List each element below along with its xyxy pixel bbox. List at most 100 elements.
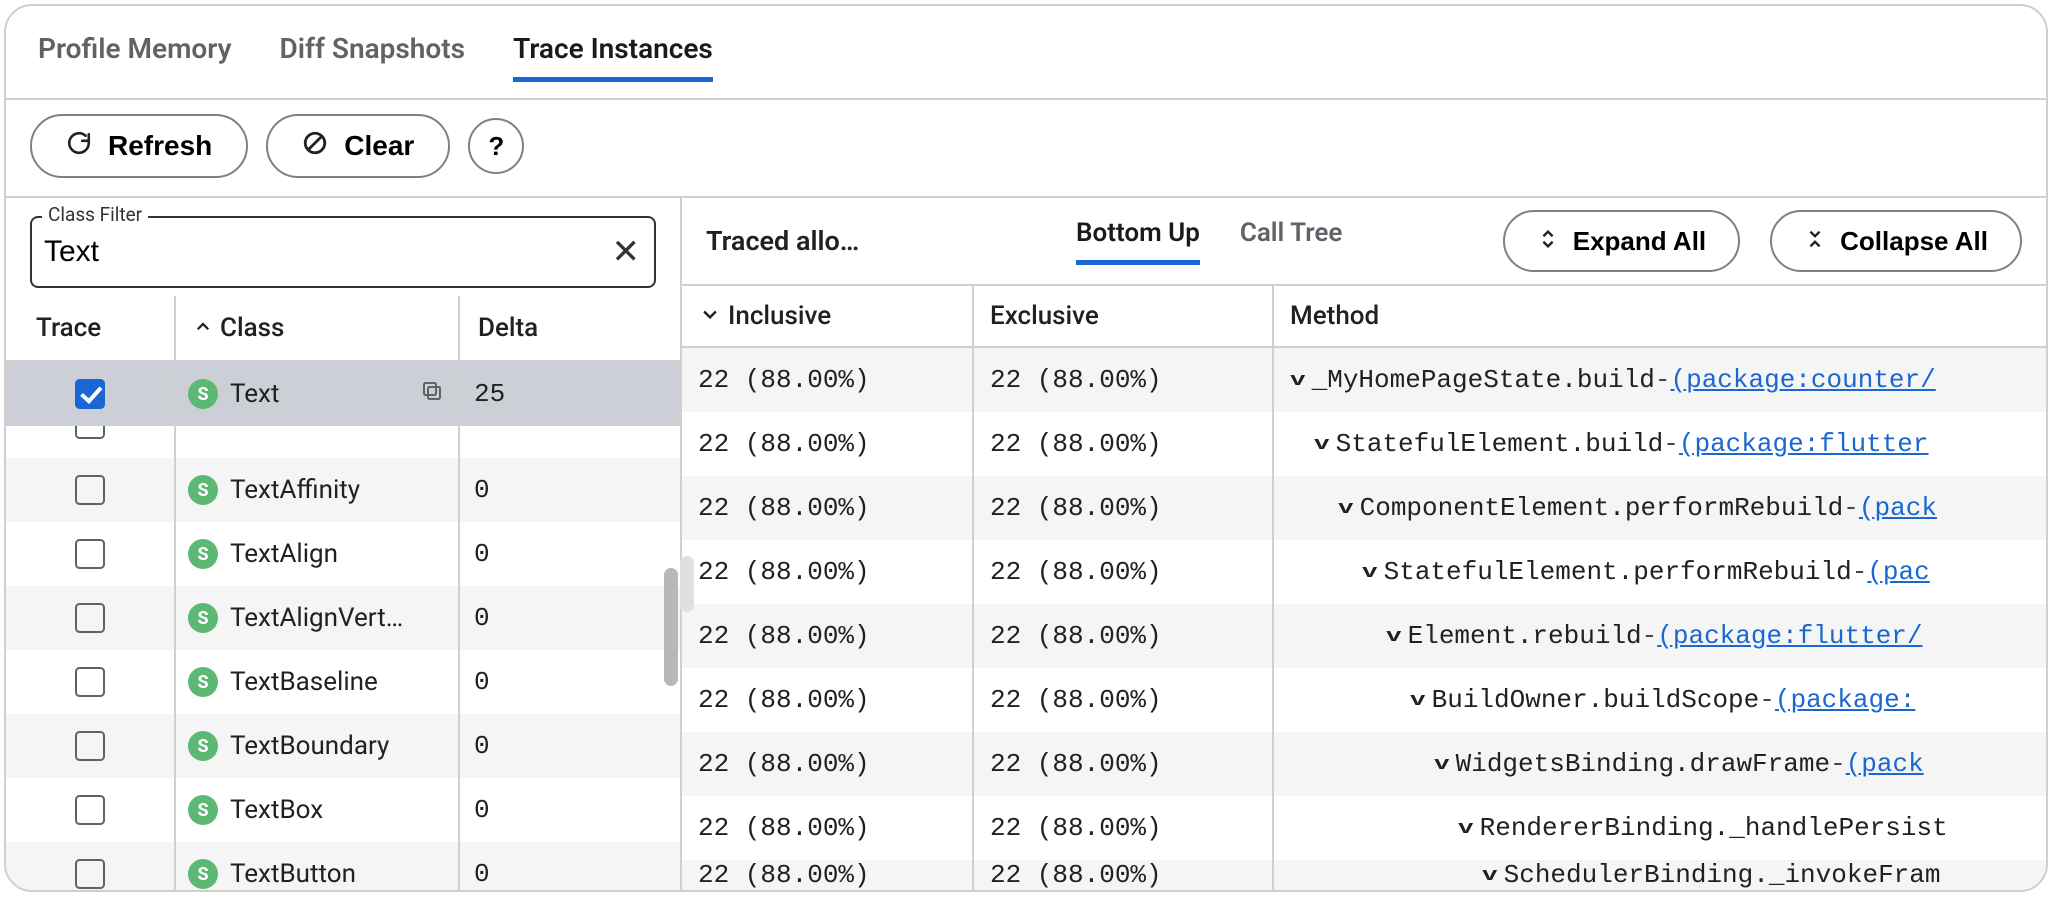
col-exclusive[interactable]: Exclusive <box>972 286 1272 346</box>
refresh-icon <box>66 130 92 163</box>
chevron-down-icon[interactable]: v <box>1338 498 1354 519</box>
class-row[interactable]: STextAffinity0 <box>6 458 680 522</box>
class-row[interactable]: STextButton0 <box>6 842 680 890</box>
refresh-button[interactable]: Refresh <box>30 114 248 178</box>
trace-checkbox[interactable] <box>75 731 105 761</box>
chevron-down-icon[interactable]: v <box>1458 818 1474 839</box>
method-cell: v ComponentElement.performRebuild - (pac… <box>1272 476 2046 540</box>
delta-value: 25 <box>458 362 680 426</box>
class-row[interactable] <box>6 426 680 458</box>
class-name: TextButton <box>230 859 356 889</box>
chevron-down-icon[interactable]: v <box>1362 562 1378 583</box>
chevron-down-icon[interactable]: v <box>1434 754 1450 775</box>
trace-checkbox[interactable] <box>75 859 105 889</box>
method-row[interactable]: 22 (88.00%)22 (88.00%)v _MyHomePageState… <box>682 348 2046 412</box>
class-row[interactable]: STextAlignVert…0 <box>6 586 680 650</box>
col-method[interactable]: Method <box>1272 286 2046 346</box>
method-cell: v _MyHomePageState.build - (package:coun… <box>1272 348 2046 412</box>
method-cell: v Element.rebuild - (package:flutter/ <box>1272 604 2046 668</box>
class-table-body: SText25STextAffinity0STextAlign0STextAli… <box>6 362 680 890</box>
clear-button[interactable]: Clear <box>266 114 450 178</box>
col-inclusive[interactable]: Inclusive <box>682 301 972 331</box>
col-delta[interactable]: Delta <box>458 296 680 360</box>
tab-profile-memory[interactable]: Profile Memory <box>38 32 231 82</box>
method-row[interactable]: 22 (88.00%)22 (88.00%)v ComponentElement… <box>682 476 2046 540</box>
exclusive-value: 22 (88.00%) <box>972 860 1272 890</box>
inclusive-value: 22 (88.00%) <box>682 621 972 651</box>
tab-diff-snapshots[interactable]: Diff Snapshots <box>279 32 465 82</box>
copy-icon[interactable] <box>420 379 444 410</box>
method-name: SchedulerBinding._invokeFram <box>1504 860 1941 890</box>
package-link[interactable]: (pack <box>1846 749 1924 779</box>
method-name: ComponentElement.performRebuild <box>1360 493 1844 523</box>
method-cell: v BuildOwner.buildScope - (package: <box>1272 668 2046 732</box>
class-filter-field[interactable]: Class Filter ✕ <box>30 216 656 288</box>
trace-checkbox[interactable] <box>75 379 105 409</box>
exclusive-value: 22 (88.00%) <box>972 540 1272 604</box>
package-link[interactable]: (pac <box>1867 557 1929 587</box>
trace-checkbox[interactable] <box>75 603 105 633</box>
inclusive-value: 22 (88.00%) <box>682 749 972 779</box>
trace-table-body: 22 (88.00%)22 (88.00%)v _MyHomePageState… <box>682 348 2046 890</box>
chevron-down-icon[interactable]: v <box>1386 626 1402 647</box>
package-link[interactable]: (package:flutter <box>1679 429 1929 459</box>
col-trace[interactable]: Trace <box>6 313 174 343</box>
trace-checkbox[interactable] <box>75 475 105 505</box>
method-name: Element.rebuild <box>1408 621 1642 651</box>
split-handle[interactable] <box>680 556 694 612</box>
class-row[interactable]: STextAlign0 <box>6 522 680 586</box>
class-list-panel: Class Filter ✕ Trace Class Delta SText25… <box>6 198 682 890</box>
expand-all-button[interactable]: Expand All <box>1503 210 1740 272</box>
class-badge-icon: S <box>188 859 218 889</box>
class-filter-input[interactable] <box>44 235 594 269</box>
chevron-down-icon[interactable]: v <box>1410 690 1426 711</box>
package-link[interactable]: (pack <box>1859 493 1937 523</box>
segment-bottom-up[interactable]: Bottom Up <box>1076 218 1200 265</box>
method-row[interactable]: 22 (88.00%)22 (88.00%)v WidgetsBinding.d… <box>682 732 2046 796</box>
collapse-all-button[interactable]: Collapse All <box>1770 210 2022 272</box>
tab-trace-instances[interactable]: Trace Instances <box>513 32 713 82</box>
method-row[interactable]: 22 (88.00%)22 (88.00%)v StatefulElement.… <box>682 412 2046 476</box>
method-row[interactable]: 22 (88.00%)22 (88.00%)v Element.rebuild … <box>682 604 2046 668</box>
unfold-more-icon <box>1537 226 1559 257</box>
scrollbar-thumb[interactable] <box>664 568 678 686</box>
class-row[interactable]: STextBox0 <box>6 778 680 842</box>
app-root: Profile Memory Diff Snapshots Trace Instan… <box>4 4 2048 892</box>
method-row[interactable]: 22 (88.00%)22 (88.00%)v BuildOwner.build… <box>682 668 2046 732</box>
method-row[interactable]: 22 (88.00%)22 (88.00%)v RendererBinding.… <box>682 796 2046 860</box>
trace-checkbox[interactable] <box>75 426 105 439</box>
chevron-down-icon[interactable]: v <box>1290 370 1306 391</box>
class-name: TextAlign <box>230 539 338 569</box>
class-row[interactable]: SText25 <box>6 362 680 426</box>
split-pane: Class Filter ✕ Trace Class Delta SText25… <box>6 198 2046 890</box>
inclusive-value: 22 (88.00%) <box>682 813 972 843</box>
trace-header: Traced allo… Bottom UpCall Tree Expand A… <box>682 198 2046 286</box>
inclusive-value: 22 (88.00%) <box>682 493 972 523</box>
refresh-label: Refresh <box>108 130 212 162</box>
chevron-down-icon[interactable]: v <box>1482 865 1498 886</box>
inclusive-value: 22 (88.00%) <box>682 685 972 715</box>
col-class[interactable]: Class <box>174 296 458 360</box>
exclusive-value: 22 (88.00%) <box>972 668 1272 732</box>
trace-checkbox[interactable] <box>75 667 105 697</box>
method-row[interactable]: 22 (88.00%)22 (88.00%)v SchedulerBinding… <box>682 860 2046 890</box>
clear-filter-icon[interactable]: ✕ <box>612 232 641 272</box>
trace-checkbox[interactable] <box>75 539 105 569</box>
package-link[interactable]: (package:flutter/ <box>1657 621 1922 651</box>
trace-checkbox[interactable] <box>75 795 105 825</box>
class-row[interactable]: STextBoundary0 <box>6 714 680 778</box>
method-name: _MyHomePageState.build <box>1312 365 1655 395</box>
delta-value: 0 <box>458 778 680 842</box>
chevron-down-icon[interactable]: v <box>1314 434 1330 455</box>
main-tabbar: Profile Memory Diff Snapshots Trace Instan… <box>6 6 2046 100</box>
package-link[interactable]: (package:counter/ <box>1670 365 1935 395</box>
help-button[interactable]: ? <box>468 118 524 174</box>
class-row[interactable]: STextBaseline0 <box>6 650 680 714</box>
exclusive-value: 22 (88.00%) <box>972 476 1272 540</box>
method-cell: v StatefulElement.build - (package:flutt… <box>1272 412 2046 476</box>
method-row[interactable]: 22 (88.00%)22 (88.00%)v StatefulElement.… <box>682 540 2046 604</box>
exclusive-value: 22 (88.00%) <box>972 732 1272 796</box>
unfold-less-icon <box>1804 226 1826 257</box>
segment-call-tree[interactable]: Call Tree <box>1240 218 1343 265</box>
package-link[interactable]: (package: <box>1775 685 1915 715</box>
